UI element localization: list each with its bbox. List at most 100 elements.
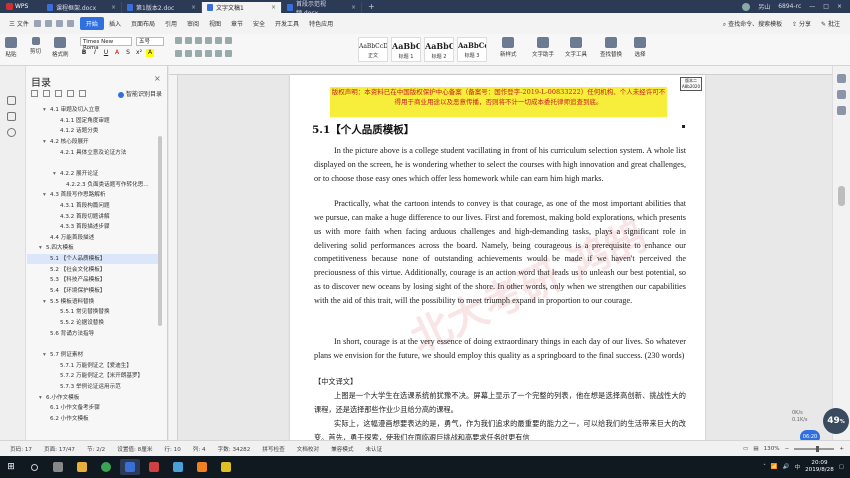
- strike-button[interactable]: S: [124, 49, 132, 57]
- notification-icon[interactable]: ▢: [839, 464, 844, 470]
- redo-icon[interactable]: [66, 20, 74, 27]
- highlight-button[interactable]: A: [146, 49, 154, 57]
- menu-features[interactable]: 特色应用: [304, 19, 338, 28]
- vertical-ruler[interactable]: [169, 75, 178, 440]
- paste-button[interactable]: 粘贴: [5, 37, 17, 58]
- toc-item[interactable]: 5.6 背诵方法指导: [27, 329, 159, 339]
- font-name-select[interactable]: Times New Roma: [80, 37, 132, 51]
- justify-icon[interactable]: [205, 50, 212, 57]
- menu-insert[interactable]: 插入: [104, 19, 126, 28]
- chrome-icon[interactable]: [96, 459, 116, 475]
- delete-icon[interactable]: [79, 90, 86, 97]
- zoom-slider[interactable]: [794, 445, 835, 452]
- comment-button[interactable]: ✎ 批注: [821, 19, 840, 28]
- menu-view[interactable]: 视图: [204, 19, 226, 28]
- horizontal-ruler[interactable]: [169, 66, 832, 75]
- chevron-down-icon[interactable]: ▾: [39, 243, 46, 253]
- toc-item[interactable]: 6.1 小作文备考步骤: [27, 403, 159, 413]
- menu-layout[interactable]: 页面布局: [126, 19, 160, 28]
- select-button[interactable]: 选择: [634, 37, 646, 58]
- menu-review[interactable]: 审阅: [182, 19, 204, 28]
- chevron-down-icon[interactable]: ▾: [43, 190, 50, 200]
- close-icon[interactable]: ×: [191, 4, 196, 11]
- app-icon[interactable]: [192, 459, 212, 475]
- app-icon[interactable]: [168, 459, 188, 475]
- chevron-down-icon[interactable]: ▾: [53, 169, 60, 179]
- scroll-thumb[interactable]: [838, 186, 845, 206]
- tab-document-3[interactable]: 文字文稿1 ×: [202, 2, 282, 13]
- toc-item[interactable]: 5.5.1 常见替换替换: [27, 307, 159, 317]
- indent-icon[interactable]: [205, 37, 212, 44]
- toc-item[interactable]: ▾ 4.2.2 展开论证: [27, 169, 159, 179]
- close-icon[interactable]: ×: [351, 4, 356, 11]
- level-down-icon[interactable]: [67, 90, 74, 97]
- para-marks-icon[interactable]: [225, 37, 232, 44]
- document-page[interactable]: 北大考研 鸿鹄 版本二 A8b2020 版权声明：本资料已在中国版权保护中心备案…: [290, 75, 705, 442]
- toc-item[interactable]: 4.2.1 具体立意及论证方法: [27, 148, 159, 158]
- align-center-icon[interactable]: [185, 50, 192, 57]
- share-button[interactable]: ⇪ 分享: [792, 19, 811, 28]
- save-icon[interactable]: [33, 20, 41, 27]
- chevron-down-icon[interactable]: ▾: [43, 350, 50, 360]
- find-replace-button[interactable]: 查找替换: [600, 37, 622, 58]
- close-icon[interactable]: ×: [271, 4, 276, 11]
- toc-item[interactable]: ▾ 5.四大模板: [27, 243, 159, 253]
- toc-item[interactable]: 5.7.1 万能例证之【爱迪生】: [27, 361, 159, 371]
- volume-icon[interactable]: 🔊: [783, 464, 790, 470]
- style-heading-1[interactable]: AaBbC 标题 1: [391, 37, 421, 62]
- side-tool-icon[interactable]: [837, 90, 846, 99]
- clock[interactable]: 20:09 2019/8/28: [805, 460, 834, 474]
- network-icon[interactable]: 📶: [771, 464, 778, 470]
- toc-item[interactable]: 4.1.2 话题分类: [27, 126, 159, 136]
- toc-item[interactable]: 5.7.3 举例论证运用示范: [27, 382, 159, 392]
- toc-item[interactable]: 5.2 【社会文化模板】: [27, 265, 159, 275]
- toc-item[interactable]: ▾ 4.3 首段写作思路解析: [27, 190, 159, 200]
- bold-button[interactable]: B: [80, 49, 88, 57]
- toc-item[interactable]: 4.2.2.3 负面类话题写作转化思...: [27, 180, 159, 190]
- toc-item[interactable]: 4.4 万能首段描述: [27, 233, 159, 243]
- tray-up-icon[interactable]: ˄: [763, 464, 766, 470]
- nav-close-icon[interactable]: ×: [154, 74, 161, 83]
- format-painter-button[interactable]: 格式刷: [52, 37, 69, 58]
- certification-status[interactable]: 未认证: [359, 445, 388, 453]
- windows-start-icon[interactable]: ⊞: [0, 456, 22, 478]
- chevron-down-icon[interactable]: ▾: [43, 105, 50, 115]
- new-tab-button[interactable]: +: [362, 2, 381, 11]
- toc-item[interactable]: 5.7.2 万能例证之【米开朗基罗】: [27, 371, 159, 381]
- bookmark-icon[interactable]: [7, 112, 16, 121]
- input-lang[interactable]: 中: [795, 463, 801, 471]
- expand-icon[interactable]: [31, 90, 38, 97]
- close-icon[interactable]: ×: [111, 4, 116, 11]
- toc-item[interactable]: ▾ 4.1 审题及切入立意: [27, 105, 159, 115]
- view-mode-icon[interactable]: ▭: [743, 446, 748, 452]
- toc-item[interactable]: [27, 158, 159, 168]
- line-spacing-icon[interactable]: [215, 50, 222, 57]
- chevron-down-icon[interactable]: ▾: [39, 393, 46, 403]
- chevron-down-icon[interactable]: ▾: [43, 137, 50, 147]
- style-heading-2[interactable]: AaBbC 标题 2: [424, 37, 454, 62]
- borders-icon[interactable]: [225, 50, 232, 57]
- underline-button[interactable]: U: [102, 49, 110, 57]
- font-color-button[interactable]: A: [113, 49, 121, 57]
- toc-item[interactable]: ▾ 4.2 核心段展开: [27, 137, 159, 147]
- toc-item[interactable]: 5.4 【环境保护模板】: [27, 286, 159, 296]
- level-up-icon[interactable]: [55, 90, 62, 97]
- font-size-select[interactable]: 五号: [136, 37, 164, 46]
- side-tool-icon[interactable]: [837, 106, 846, 115]
- zoom-out-button[interactable]: −: [785, 446, 790, 452]
- zoom-in-button[interactable]: +: [839, 446, 844, 452]
- explorer-icon[interactable]: [72, 459, 92, 475]
- menu-reference[interactable]: 引用: [160, 19, 182, 28]
- tab-document-1[interactable]: 课程框架.docx ×: [42, 2, 122, 13]
- taskbar-search-icon[interactable]: [24, 459, 44, 475]
- minimize-button[interactable]: —: [809, 3, 815, 10]
- new-style-button[interactable]: 新样式: [500, 37, 517, 58]
- web-view-icon[interactable]: ▤: [753, 446, 758, 452]
- score-widget[interactable]: 49%: [823, 408, 849, 434]
- vertical-scrollbar[interactable]: [832, 66, 850, 440]
- app-icon[interactable]: [144, 459, 164, 475]
- app-icon[interactable]: [216, 459, 236, 475]
- superscript-button[interactable]: x²: [135, 49, 143, 57]
- toc-item[interactable]: 4.3.2 首段切题讲解: [27, 212, 159, 222]
- maximize-button[interactable]: □: [823, 3, 829, 10]
